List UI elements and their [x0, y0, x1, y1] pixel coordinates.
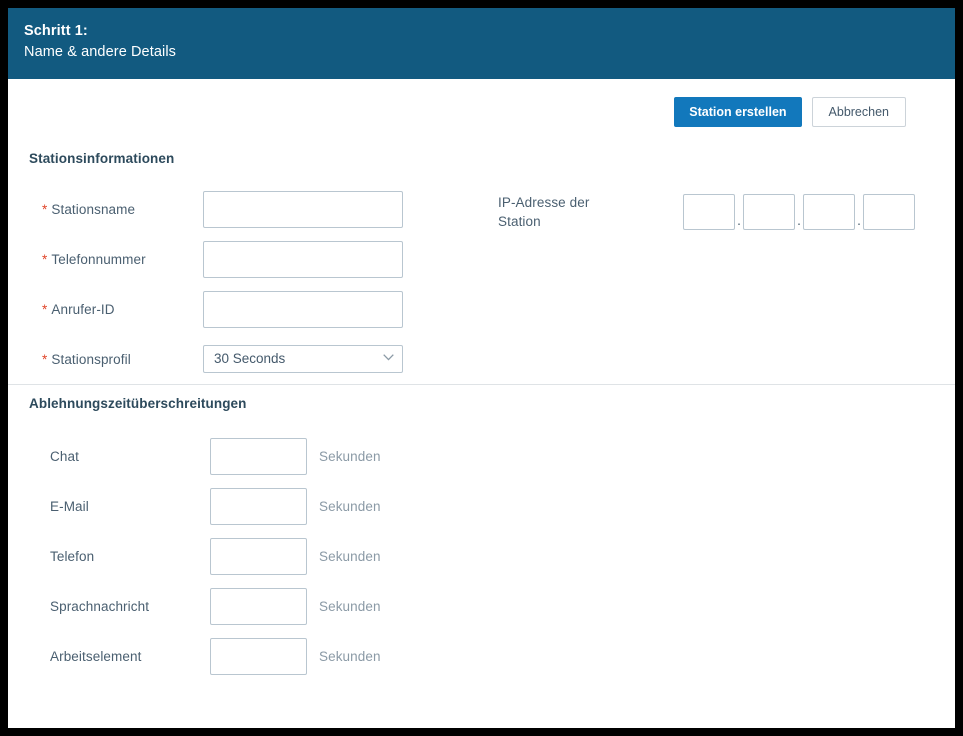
cancel-button[interactable]: Abbrechen — [811, 97, 906, 127]
field-row-station-name: * Stationsname — [8, 184, 498, 234]
ip-separator-2: . — [797, 213, 801, 228]
field-row-station-ip-address: IP-Adresse der Station . . . — [498, 193, 955, 231]
required-marker: * — [42, 201, 48, 217]
station-name-input[interactable] — [203, 190, 403, 228]
phone-number-input[interactable] — [203, 240, 403, 278]
timeout-row-workitem: Arbeitselement Sekunden — [8, 631, 955, 681]
label-timeout-email: E-Mail — [50, 498, 89, 514]
ip-octet-2-input[interactable] — [743, 194, 795, 230]
wizard-dialog: Schritt 1: Name & andere Details Station… — [8, 8, 955, 728]
label-phone-number: * Telefonnummer — [8, 252, 203, 267]
ip-separator-1: . — [737, 213, 741, 228]
wizard-step-label: Schritt 1: — [24, 23, 88, 39]
label-station-ip-address-line1: IP-Adresse der — [498, 195, 590, 210]
station-ip-octet-group: . . . — [683, 194, 915, 230]
caller-id-input[interactable] — [203, 290, 403, 328]
timeout-row-voicemail: Sprachnachricht Sekunden — [8, 581, 955, 631]
action-bar: Station erstellen Abbrechen — [8, 79, 955, 145]
label-timeout-chat: Chat — [50, 448, 79, 464]
wizard-step-subtitle: Name & andere Details — [24, 44, 177, 60]
timeout-workitem-input[interactable] — [210, 637, 307, 675]
wizard-header: Schritt 1: Name & andere Details — [8, 8, 955, 79]
unit-seconds: Sekunden — [319, 598, 381, 614]
required-marker: * — [42, 301, 48, 317]
create-station-button[interactable]: Station erstellen — [674, 97, 802, 127]
timeout-voicemail-input[interactable] — [210, 587, 307, 625]
station-fields-column: * Stationsname * Telefonnummer * Anrufer-ID — [8, 184, 498, 384]
label-station-profile: * Stationsprofil — [8, 352, 203, 367]
field-row-caller-id: * Anrufer-ID — [8, 284, 498, 334]
required-marker: * — [42, 351, 48, 367]
timeout-chat-input[interactable] — [210, 437, 307, 475]
label-station-ip-address-line2: Station — [498, 214, 541, 229]
timeout-row-chat: Chat Sekunden — [8, 431, 955, 481]
station-ip-column: IP-Adresse der Station . . . — [498, 184, 955, 384]
ip-separator-3: . — [857, 213, 861, 228]
station-profile-select-wrapper: 30 Seconds — [203, 345, 403, 373]
ip-octet-1-input[interactable] — [683, 194, 735, 230]
label-timeout-phone: Telefon — [50, 548, 95, 564]
label-station-name: * Stationsname — [8, 202, 203, 217]
ip-octet-3-input[interactable] — [803, 194, 855, 230]
label-station-name-text: Stationsname — [51, 201, 136, 217]
field-row-station-profile: * Stationsprofil 30 Seconds — [8, 334, 498, 384]
label-caller-id-text: Anrufer-ID — [51, 301, 115, 317]
label-station-profile-text: Stationsprofil — [51, 351, 131, 367]
required-marker: * — [42, 251, 48, 267]
section-title-rejection-timeouts: Ablehnungszeitüberschreitungen — [29, 396, 247, 411]
timeout-phone-input[interactable] — [210, 537, 307, 575]
timeout-email-input[interactable] — [210, 487, 307, 525]
label-station-ip-address: IP-Adresse der Station — [498, 193, 683, 231]
label-timeout-workitem: Arbeitselement — [50, 648, 142, 664]
station-profile-select[interactable]: 30 Seconds — [203, 345, 403, 373]
section-title-station-information: Stationsinformationen — [29, 151, 175, 166]
unit-seconds: Sekunden — [319, 648, 381, 664]
label-phone-number-text: Telefonnummer — [51, 251, 146, 267]
unit-seconds: Sekunden — [319, 498, 381, 514]
section-station-information: Stationsinformationen * Stationsname * Tel… — [8, 145, 955, 384]
timeout-row-phone: Telefon Sekunden — [8, 531, 955, 581]
section-rejection-timeouts: Ablehnungszeitüberschreitungen Chat Seku… — [8, 385, 955, 681]
ip-octet-4-input[interactable] — [863, 194, 915, 230]
field-row-phone-number: * Telefonnummer — [8, 234, 498, 284]
unit-seconds: Sekunden — [319, 448, 381, 464]
timeout-row-email: E-Mail Sekunden — [8, 481, 955, 531]
label-timeout-voicemail: Sprachnachricht — [50, 598, 150, 614]
label-caller-id: * Anrufer-ID — [8, 302, 203, 317]
unit-seconds: Sekunden — [319, 548, 381, 564]
